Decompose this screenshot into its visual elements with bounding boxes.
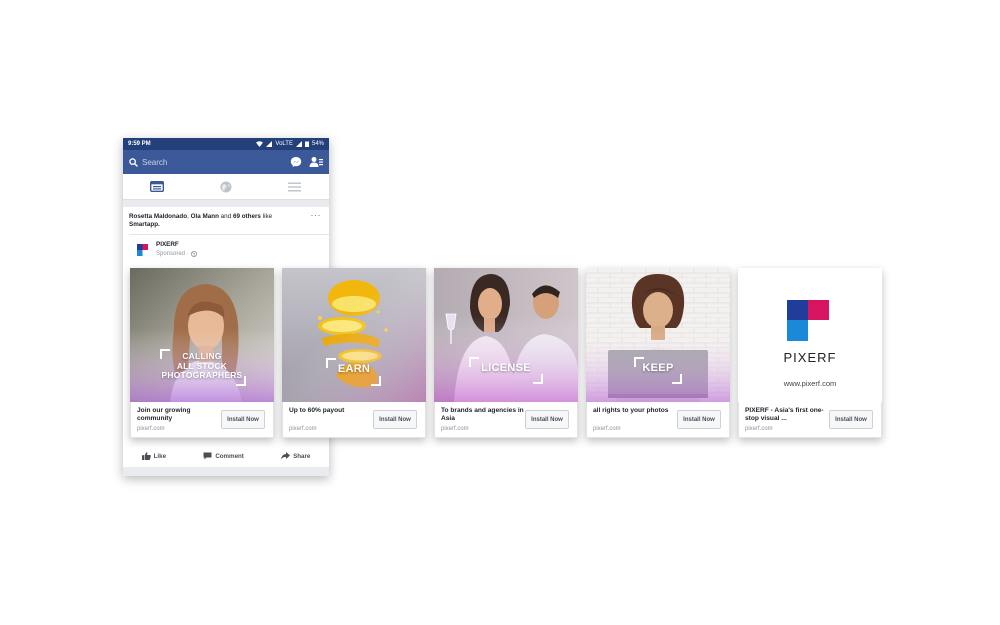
menu-icon [288,182,302,191]
share-button[interactable]: Share [281,452,310,460]
card-info: To brands and agencies in Asia pixerf.co… [434,402,578,438]
lemon-photo [282,268,426,402]
carousel-card[interactable]: CALLING ALL STOCK PHOTOGRAPHERS Join our… [130,268,274,438]
overlay-line: PHOTOGRAPHERS [161,370,243,380]
feed-background [123,467,329,476]
card-title: PIXERF - Asia's first one-stop visual ..… [745,407,824,422]
news-feed-icon [150,181,165,192]
comment-button[interactable]: Comment [203,452,244,460]
share-icon [281,452,291,460]
overlay-headline: LICENSE [434,362,578,374]
overlay-line: EARN [337,363,371,375]
overlay-line: LICENSE [481,362,531,374]
card-domain: pixerf.com [441,426,469,432]
card-info: all rights to your photos pixerf.com Ins… [586,402,730,438]
like-label: Like [153,452,167,460]
install-now-button[interactable]: Install Now [677,410,721,429]
signal-icon [295,141,302,147]
card-image: CALLING ALL STOCK PHOTOGRAPHERS [130,268,274,402]
card-image: PIXERF www.pixerf.com [738,268,882,402]
card-title: To brands and agencies in Asia [441,407,524,422]
globe-icon [190,251,197,257]
friend-requests-button[interactable] [309,155,323,169]
wifi-icon [256,141,264,147]
card-title: Join our growing community [137,407,191,422]
liked-page-name[interactable]: Smartapp. [129,221,160,228]
install-now-button[interactable]: Install Now [221,410,265,429]
carousel-card[interactable]: LICENSE To brands and agencies in Asia p… [434,268,578,438]
messenger-button[interactable] [289,155,303,169]
post-actions: Like Comment Share [123,448,329,464]
pixerf-logo [787,300,829,341]
card-domain: pixerf.com [745,426,773,432]
overlay-line: KEEP [642,362,674,374]
others-count[interactable]: 69 others [233,213,261,220]
card-info: PIXERF - Asia's first one-stop visual ..… [738,402,882,438]
card-info: Up to 60% payout pixerf.com Install Now [282,402,426,438]
card-image: EARN [282,268,426,402]
page-name[interactable]: PIXERF [156,241,179,248]
status-indicators: VoLTE 54% [256,141,324,147]
brand-url: www.pixerf.com [783,379,837,388]
carousel-card[interactable]: PIXERF www.pixerf.com PIXERF - Asia's fi… [738,268,882,438]
social-and: and [218,213,233,220]
friend-requests-icon [309,157,323,167]
install-now-button[interactable]: Install Now [525,410,569,429]
divider [129,234,329,235]
tab-menu[interactable] [260,174,329,199]
frame-corner [371,376,381,386]
photographer-photo [130,268,274,402]
globe-icon [220,181,232,192]
overlay-headline: KEEP [586,362,730,374]
carousel-card[interactable]: KEEP all rights to your photos pixerf.co… [586,268,730,438]
sponsored-label: Sponsored · [156,251,197,257]
signal-icon [266,141,273,147]
friend-name[interactable]: Rosetta Maldonado [129,213,187,220]
network-label: VoLTE [275,141,293,147]
search-placeholder: Search [142,157,168,167]
battery-icon [304,141,309,147]
install-now-button[interactable]: Install Now [829,410,873,429]
card-image: LICENSE [434,268,578,402]
brand-name: PIXERF [783,350,837,365]
search-input[interactable]: Search [129,158,283,167]
install-now-button[interactable]: Install Now [373,410,417,429]
comment-label: Comment [215,452,244,460]
card-title: all rights to your photos [593,407,669,414]
social-context: Rosetta Maldonado, Ola Mann and 69 other… [129,213,314,229]
tab-bar [123,174,329,200]
frame-corner [533,374,543,384]
overlay-headline: EARN [282,363,426,375]
carousel-card[interactable]: EARN Up to 60% payout pixerf.com Install… [282,268,426,438]
card-domain: pixerf.com [593,426,621,432]
comment-icon [203,452,212,460]
stage: 9:59 PM VoLTE 54% Search Rosetta Maldona… [0,0,1000,625]
messenger-icon [290,157,302,167]
page-logo[interactable] [132,240,152,260]
share-label: Share [293,452,311,460]
card-info: Join our growing community pixerf.com In… [130,402,274,438]
sponsored-text: Sponsored · [156,251,189,257]
more-options-button[interactable]: ··· [311,210,322,220]
status-bar: 9:59 PM VoLTE 54% [123,138,329,150]
tab-notifications[interactable] [192,174,261,199]
social-like-text: like [260,213,273,220]
card-domain: pixerf.com [289,426,317,432]
card-image: KEEP [586,268,730,402]
tab-news-feed[interactable] [123,174,192,199]
overlay-headline: CALLING ALL STOCK PHOTOGRAPHERS [130,351,274,381]
couple-photo [434,268,578,402]
battery-level: 54% [311,141,324,147]
thumbs-up-icon [141,452,151,460]
friend-name[interactable]: Ola Mann [191,213,219,220]
status-time: 9:59 PM [128,141,151,147]
like-button[interactable]: Like [141,452,167,460]
card-title: Up to 60% payout [289,407,345,414]
frame-corner [672,374,682,384]
search-icon [129,157,138,167]
laptop-woman-photo [586,268,730,402]
card-domain: pixerf.com [137,426,165,432]
top-bar: Search [123,150,329,174]
